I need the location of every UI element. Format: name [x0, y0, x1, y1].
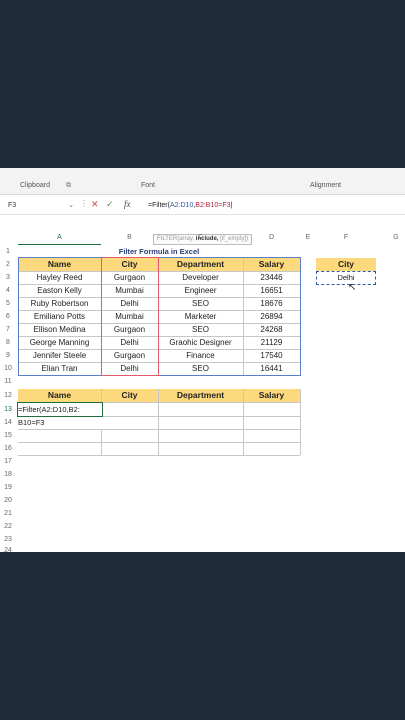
row-number[interactable]: 2: [0, 258, 16, 271]
result-header-name[interactable]: Name: [18, 389, 101, 402]
row-number[interactable]: 4: [0, 284, 16, 297]
column-header-c[interactable]: C: [158, 232, 243, 244]
row-number[interactable]: 15: [0, 429, 16, 442]
row-number[interactable]: 1: [0, 245, 16, 258]
criteria-reference-border: [316, 271, 376, 285]
cancel-icon[interactable]: ✕: [91, 199, 99, 210]
chevron-down-icon[interactable]: ⌄: [68, 200, 74, 212]
column-header-a[interactable]: A: [18, 232, 101, 245]
range-highlight-b2-b10: [101, 257, 159, 376]
row-number[interactable]: 3: [0, 271, 16, 284]
row-number[interactable]: 16: [0, 442, 16, 455]
insert-function-icon[interactable]: fx: [124, 199, 131, 209]
row-number[interactable]: 21: [0, 507, 16, 520]
row-number[interactable]: 9: [0, 349, 16, 362]
mouse-pointer-icon: ↖: [348, 282, 357, 293]
row-number[interactable]: 12: [0, 389, 16, 402]
row-number[interactable]: 10: [0, 362, 16, 375]
result-header-department[interactable]: Department: [158, 389, 243, 402]
formula-ref-1: A2:D10: [169, 202, 194, 209]
formula-ref-2: B2:B10=F3: [195, 202, 231, 209]
dialog-launcher-icon[interactable]: ⧉: [66, 182, 71, 190]
name-box-value: F3: [8, 202, 17, 209]
row-number[interactable]: 13: [0, 403, 16, 416]
edit-line-2: B10=F3: [18, 418, 45, 427]
row-number[interactable]: 11: [0, 375, 16, 388]
ribbon-group-font: Font: [141, 182, 156, 189]
range-highlight-a2-d10: [18, 257, 301, 376]
spreadsheet-window: Clipboard ⧉ Font Alignment F3 ⌄ ⋮ ✕ ✓ fx…: [0, 168, 405, 552]
ribbon-group-alignment: Alignment: [310, 182, 342, 189]
column-header-f[interactable]: F: [316, 232, 376, 244]
criteria-header[interactable]: City: [316, 258, 376, 271]
column-header-g[interactable]: G: [376, 232, 405, 244]
result-header-city[interactable]: City: [101, 389, 158, 402]
row-number[interactable]: 20: [0, 494, 16, 507]
result-header-salary[interactable]: Salary: [243, 389, 300, 402]
name-box[interactable]: F3 ⌄: [4, 200, 76, 212]
column-header-d[interactable]: D: [243, 232, 300, 244]
row-number[interactable]: 14: [0, 416, 16, 429]
row-number[interactable]: 18: [0, 468, 16, 481]
row-number[interactable]: 22: [0, 520, 16, 533]
row-number[interactable]: 24: [0, 544, 16, 552]
row-number[interactable]: 6: [0, 310, 16, 323]
column-header-b[interactable]: B: [101, 232, 158, 244]
enter-icon[interactable]: ✓: [106, 199, 114, 210]
ribbon: Clipboard ⧉ Font Alignment: [0, 168, 405, 195]
row-number[interactable]: 7: [0, 323, 16, 336]
row-number[interactable]: 19: [0, 481, 16, 494]
column-header-e[interactable]: E: [300, 232, 316, 244]
row-number[interactable]: 5: [0, 297, 16, 310]
formula-bar: F3 ⌄ ⋮ ✕ ✓ fx =Filter(A2:D10,B2:B10=F3|: [0, 198, 405, 215]
formula-input[interactable]: =Filter(A2:D10,B2:B10=F3|: [148, 200, 232, 212]
active-cell-border: [17, 402, 103, 417]
formula-prefix: =Filter(: [148, 202, 170, 209]
row-number[interactable]: 8: [0, 336, 16, 349]
row-number[interactable]: 17: [0, 455, 16, 468]
text-cursor: |: [230, 202, 233, 209]
ribbon-group-clipboard: Clipboard: [20, 182, 50, 189]
more-icon: ⋮: [80, 199, 88, 208]
